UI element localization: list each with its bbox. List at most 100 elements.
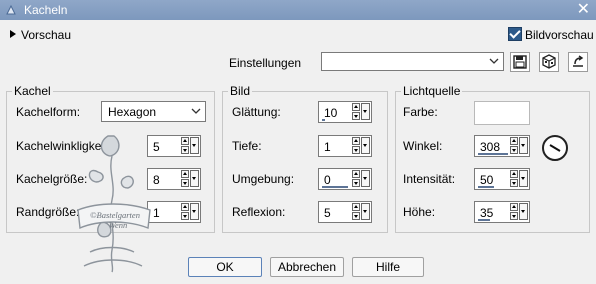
- preview-checkbox-label: Bildvorschau: [525, 28, 594, 42]
- checkbox-checked-icon[interactable]: [508, 27, 522, 41]
- close-icon[interactable]: ✕: [577, 1, 590, 19]
- tile-form-dropdown[interactable]: Hexagon: [101, 101, 206, 122]
- watermark-logo: ©Bastelgarten Wenn: [77, 135, 151, 273]
- dial-needle-icon: [549, 144, 561, 152]
- spinner-buttons[interactable]: [352, 170, 370, 188]
- slider-arrow-icon[interactable]: [519, 203, 528, 220]
- slider-arrow-icon[interactable]: [190, 170, 199, 187]
- reflection-value: 5: [324, 206, 331, 220]
- environment-label: Umgebung:: [232, 172, 295, 186]
- spin-down-icon[interactable]: [181, 212, 189, 220]
- spin-up-icon[interactable]: [181, 170, 189, 178]
- save-settings-button[interactable]: [510, 52, 530, 72]
- height-spinner[interactable]: 35: [474, 201, 530, 223]
- slider-arrow-icon[interactable]: [361, 103, 370, 120]
- light-angle-label: Winkel:: [403, 139, 443, 153]
- environment-spinner[interactable]: 0: [318, 168, 372, 190]
- height-label: Höhe:: [403, 205, 436, 219]
- reflection-spinner[interactable]: 5: [318, 201, 372, 223]
- light-group-title: Lichtquelle: [401, 84, 463, 98]
- light-angle-slider-fill: [478, 153, 508, 155]
- spin-up-icon[interactable]: [510, 203, 518, 211]
- angle-dial[interactable]: [542, 135, 568, 161]
- spin-down-icon[interactable]: [510, 179, 518, 187]
- light-angle-value: 308: [480, 140, 501, 154]
- spin-up-icon[interactable]: [352, 103, 360, 111]
- light-angle-spinner[interactable]: 308: [474, 135, 530, 157]
- spinner-buttons[interactable]: [181, 137, 199, 155]
- tile-form-value: Hexagon: [108, 105, 157, 119]
- intensity-label: Intensität:: [403, 172, 456, 186]
- spin-up-icon[interactable]: [352, 203, 360, 211]
- tile-form-label: Kachelform:: [16, 105, 81, 119]
- smoothing-value: 10: [324, 106, 338, 120]
- depth-label: Tiefe:: [232, 139, 262, 153]
- preview-label: Vorschau: [21, 28, 72, 42]
- expand-triangle-icon: [10, 30, 16, 38]
- spinner-buttons[interactable]: [181, 203, 199, 221]
- spin-down-icon[interactable]: [352, 212, 360, 220]
- kachel-group-title: Kachel: [12, 84, 53, 98]
- watermark-line2: Wenn: [109, 220, 128, 230]
- reflection-label: Reflexion:: [232, 205, 286, 219]
- title-bar: Kacheln ✕: [0, 0, 596, 20]
- slider-arrow-icon[interactable]: [190, 203, 199, 220]
- chevron-down-icon: [489, 58, 499, 64]
- spinner-buttons[interactable]: [352, 203, 370, 221]
- spinner-buttons[interactable]: [510, 137, 528, 155]
- reset-settings-button[interactable]: [568, 52, 588, 72]
- light-color-label: Farbe:: [403, 105, 438, 119]
- chevron-down-icon: [191, 108, 201, 114]
- app-icon: [6, 4, 16, 15]
- spin-down-icon[interactable]: [510, 212, 518, 220]
- help-button[interactable]: Hilfe: [352, 257, 424, 277]
- save-icon: [513, 55, 527, 69]
- spin-up-icon[interactable]: [352, 137, 360, 145]
- smoothing-label: Glättung:: [232, 105, 281, 119]
- slider-arrow-icon[interactable]: [361, 137, 370, 154]
- environment-slider-fill: [322, 186, 348, 188]
- spin-down-icon[interactable]: [181, 146, 189, 154]
- intensity-spinner[interactable]: 50: [474, 168, 530, 190]
- height-slider-fill: [478, 219, 490, 221]
- spinner-buttons[interactable]: [510, 170, 528, 188]
- depth-spinner[interactable]: 1: [318, 135, 372, 157]
- spinner-buttons[interactable]: [181, 170, 199, 188]
- spin-up-icon[interactable]: [181, 137, 189, 145]
- watermark-line1: ©Bastelgarten: [90, 210, 140, 220]
- spin-down-icon[interactable]: [181, 179, 189, 187]
- preview-checkbox[interactable]: Bildvorschau: [508, 27, 594, 42]
- settings-dropdown[interactable]: [321, 52, 504, 71]
- spinner-buttons[interactable]: [352, 103, 370, 121]
- slider-arrow-icon[interactable]: [361, 170, 370, 187]
- spin-up-icon[interactable]: [181, 203, 189, 211]
- smoothing-slider-fill: [322, 119, 325, 121]
- spin-up-icon[interactable]: [352, 170, 360, 178]
- smoothing-spinner[interactable]: 10: [318, 101, 372, 123]
- intensity-value: 50: [480, 173, 494, 187]
- slider-arrow-icon[interactable]: [519, 137, 528, 154]
- slider-arrow-icon[interactable]: [190, 137, 199, 154]
- spin-down-icon[interactable]: [510, 146, 518, 154]
- spinner-buttons[interactable]: [352, 137, 370, 155]
- reset-icon: [573, 55, 584, 67]
- settings-label: Einstellungen: [229, 56, 302, 70]
- bild-group-title: Bild: [228, 84, 253, 98]
- slider-arrow-icon[interactable]: [361, 203, 370, 220]
- cancel-button[interactable]: Abbrechen: [270, 257, 344, 277]
- window-title: Kacheln: [24, 3, 68, 17]
- spin-up-icon[interactable]: [510, 137, 518, 145]
- cube-icon: [542, 54, 556, 69]
- spin-down-icon[interactable]: [352, 146, 360, 154]
- ok-button[interactable]: OK: [188, 257, 262, 277]
- spinner-buttons[interactable]: [510, 203, 528, 221]
- spin-up-icon[interactable]: [510, 170, 518, 178]
- spin-down-icon[interactable]: [352, 112, 360, 120]
- environment-value: 0: [324, 173, 331, 187]
- slider-arrow-icon[interactable]: [519, 170, 528, 187]
- spin-down-icon[interactable]: [352, 179, 360, 187]
- preview-toggle[interactable]: Vorschau: [10, 28, 71, 42]
- light-color-swatch[interactable]: [474, 101, 530, 125]
- intensity-slider-fill: [478, 186, 494, 188]
- load-settings-button[interactable]: [539, 52, 559, 72]
